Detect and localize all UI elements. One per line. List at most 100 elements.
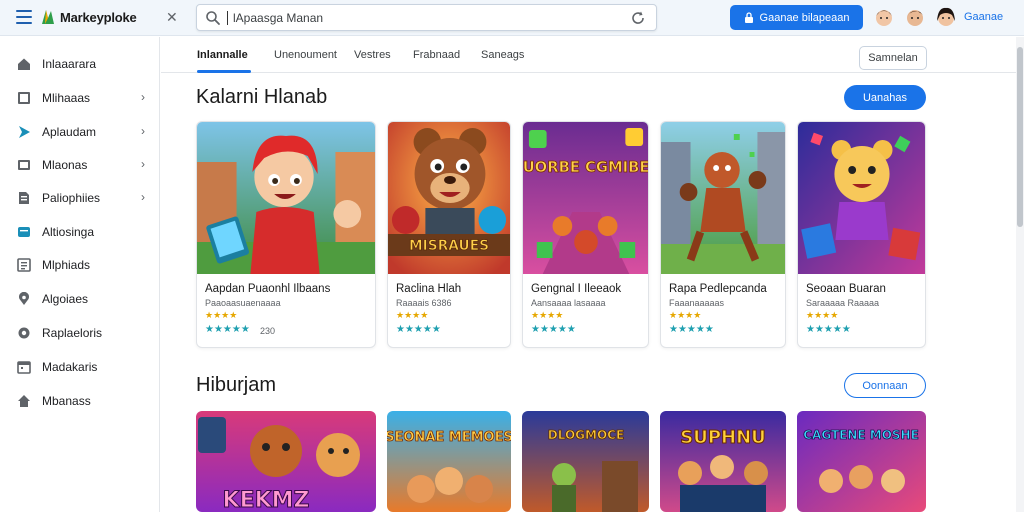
star-rating: ★★★★ <box>806 310 839 320</box>
sidebar-item-label: Altiosinga <box>42 225 95 239</box>
home-icon <box>18 58 30 70</box>
app-logo[interactable]: Markeyploke <box>40 8 137 26</box>
close-icon[interactable]: ✕ <box>166 9 178 26</box>
tab-1[interactable]: Inlannalle <box>197 49 248 61</box>
tab-5[interactable]: Saneags <box>481 49 524 61</box>
sidebar-item-5[interactable]: Paliophiies › <box>0 183 160 213</box>
star-rating: ★★★★ <box>669 310 702 320</box>
sidebar-item-label: Paliophiies <box>42 191 101 205</box>
section-title: Hiburjam <box>196 374 277 396</box>
star-rating: ★★★★★ <box>531 324 576 335</box>
app-developer: Raaaais 6386 <box>396 298 452 308</box>
tab-3[interactable]: Vestres <box>354 49 391 61</box>
chevron-right-icon: › <box>141 157 145 171</box>
signin-button[interactable]: Gaanae bilapeaan <box>730 5 863 30</box>
star-rating: ★★★★★ <box>669 324 714 335</box>
sidebar-item-label: Algoiaes <box>42 292 89 306</box>
sidebar-item-label: Mlaonas <box>42 158 88 172</box>
sidebar-item-6[interactable]: Altiosinga <box>0 217 160 247</box>
app-card[interactable]: SEONAE MEMOES <box>387 411 511 512</box>
app-artwork: SEONAE MEMOES <box>387 411 511 512</box>
artwork-title: SUPHNU <box>680 427 766 448</box>
settings-icon <box>18 327 30 339</box>
app-card[interactable]: DLOGMOCE <box>522 411 649 512</box>
sidebar-item-9[interactable]: Raplaeloris <box>0 318 160 348</box>
avatar[interactable] <box>904 5 926 29</box>
top-app-bar: Markeyploke ✕ Gaanae bilapeaan Gaanae <box>0 0 1024 36</box>
app-card[interactable]: SUPHNU <box>660 411 786 512</box>
sidebar-item-11[interactable]: Mbanass <box>0 386 160 416</box>
app-title: Raclina Hlah <box>396 283 462 295</box>
logo-icon <box>42 10 54 24</box>
chevron-right-icon: › <box>141 124 145 138</box>
search-input[interactable] <box>233 9 613 27</box>
rating-count: 230 <box>260 326 276 336</box>
avatar[interactable] <box>935 5 957 29</box>
app-developer: Faaanaaaaas <box>669 298 725 308</box>
artwork-title: MISRAUES <box>409 238 489 254</box>
sidebar-item-3[interactable]: Aplaudam › <box>0 117 160 147</box>
sidebar-item-8[interactable]: Algoiaes <box>0 284 160 314</box>
app-card[interactable]: CAGTENE MOSHE <box>797 411 926 512</box>
star-rating: ★★★★★ <box>806 324 851 335</box>
section-title: Kalarni Hlanab <box>196 86 328 108</box>
avatar[interactable] <box>873 5 895 29</box>
app-name: Markeyploke <box>60 9 137 25</box>
refresh-icon[interactable] <box>630 10 646 26</box>
sidebar-item-2[interactable]: Mlihaaas › <box>0 83 160 113</box>
app-card[interactable]: CUORBE CGMIBES Gengnal I Ileeaok Aansaaa… <box>522 121 649 348</box>
search-icon <box>206 11 220 25</box>
sidebar-item-home[interactable]: Inlaaarara <box>0 49 160 79</box>
lock-icon <box>744 12 753 23</box>
play-icon <box>19 126 30 138</box>
app-developer: Aansaaaa lasaaaa <box>531 298 606 308</box>
app-card[interactable]: Rapa Pedlepcanda Faaanaaaaas ★★★★ ★★★★★ <box>660 121 786 348</box>
sidebar-item-10[interactable]: Madakaris <box>0 352 160 382</box>
account-label[interactable]: Gaanae <box>964 11 1003 23</box>
app-artwork <box>197 122 375 274</box>
artwork-title: SEONAE MEMOES <box>387 430 511 445</box>
star-rating: ★★★★ <box>396 310 429 320</box>
app-artwork: KEKMZ <box>196 411 376 512</box>
app-title: Seoaan Buaran <box>806 283 886 295</box>
chevron-right-icon: › <box>141 90 145 104</box>
location-icon <box>19 292 29 305</box>
tab-4[interactable]: Frabnaad <box>413 49 460 61</box>
list-icon <box>17 258 31 272</box>
sidebar-item-label: Aplaudam <box>42 125 97 139</box>
menu-icon[interactable] <box>16 10 32 24</box>
search-bar[interactable] <box>196 4 657 31</box>
scrollbar-thumb[interactable] <box>1017 47 1023 227</box>
see-more-button[interactable]: Uanahas <box>844 85 926 110</box>
sidebar-item-label: Mlihaaas <box>42 91 91 105</box>
app-card[interactable]: Seoaan Buaran Saraaaaa Raaaaa ★★★★ ★★★★★ <box>797 121 926 348</box>
artwork-title: DLOGMOCE <box>548 428 624 442</box>
see-more-button[interactable]: Oonnaan <box>844 373 926 398</box>
app-artwork: DLOGMOCE <box>522 411 649 512</box>
message-icon <box>18 227 30 237</box>
sidebar-item-label: Raplaeloris <box>42 326 103 340</box>
sidebar-item-label: Inlaaarara <box>42 57 97 71</box>
chevron-right-icon: › <box>141 190 145 204</box>
app-developer: Paaoaasuaenaaaa <box>205 298 281 308</box>
app-title: Rapa Pedlepcanda <box>669 283 767 295</box>
app-title: Gengnal I Ileeaok <box>531 283 622 295</box>
app-artwork: CAGTENE MOSHE <box>797 411 926 512</box>
star-rating: ★★★★★ <box>396 324 441 335</box>
sidebar-item-4[interactable]: Mlaonas › <box>0 150 160 180</box>
sidebar-item-label: Mlphiads <box>42 258 91 272</box>
app-card[interactable]: MISRAUES Raclina Hlah Raaaais 6386 ★★★★ … <box>387 121 511 348</box>
scrollbar[interactable] <box>1016 37 1024 512</box>
star-rating: ★★★★ <box>531 310 564 320</box>
app-card[interactable]: KEKMZ <box>196 411 376 512</box>
sidebar-item-label: Madakaris <box>42 360 98 374</box>
app-card[interactable]: Aapdan Puaonhl Ilbaans Paaoaasuaenaaaa ★… <box>196 121 376 348</box>
star-rating: ★★★★★ <box>205 324 250 335</box>
sort-button[interactable]: Samnelan <box>859 46 927 70</box>
star-rating: ★★★★ <box>205 310 238 320</box>
tab-2[interactable]: Unenoument <box>274 49 337 61</box>
active-tab-indicator <box>197 70 251 73</box>
sidebar-item-7[interactable]: Mlphiads <box>0 250 160 280</box>
calendar-icon <box>17 361 31 374</box>
app-artwork <box>661 122 785 274</box>
